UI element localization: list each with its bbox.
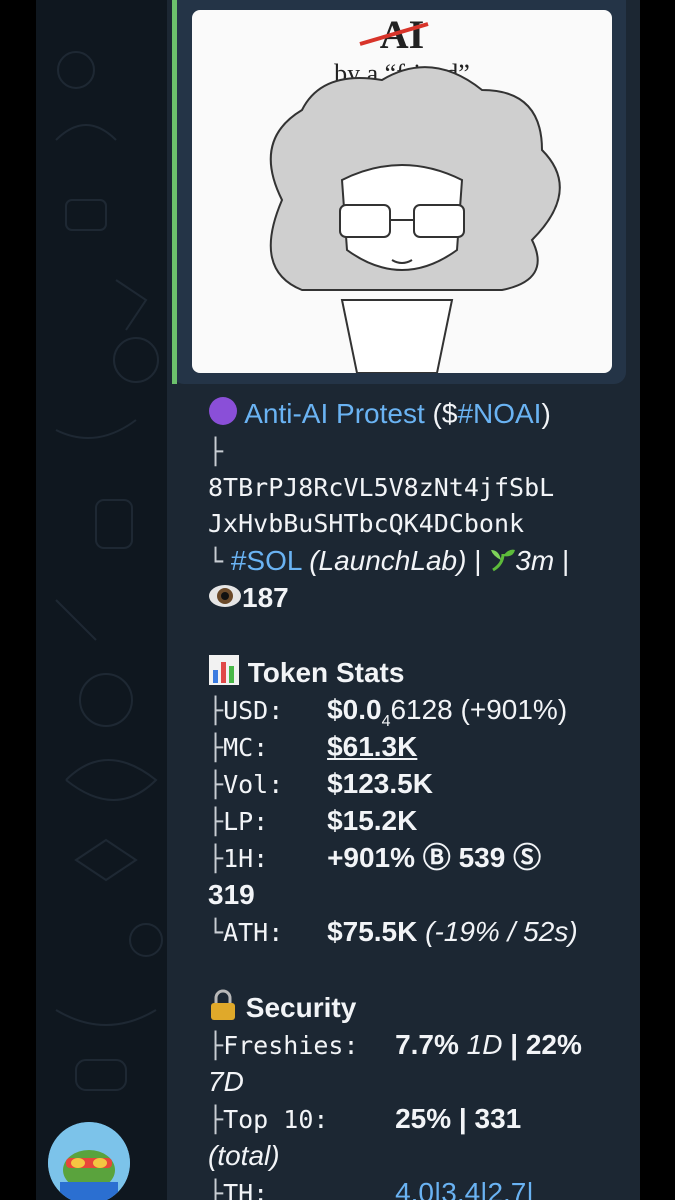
ticker-prefix: ($	[432, 398, 458, 429]
stat-label: LP:	[223, 807, 269, 836]
ath-change: (-19% / 52s)	[425, 916, 578, 947]
top-holders-links[interactable]: 4.0|3.4|2.7|	[395, 1177, 534, 1200]
tree-branch: ├	[208, 696, 224, 725]
separator: |	[474, 545, 482, 576]
stat-label: MC:	[223, 733, 269, 762]
stat-row-vol: ├Vol: $123.5K	[208, 766, 433, 803]
tree-branch: ├	[208, 770, 224, 799]
media-accent-bar	[172, 0, 177, 384]
stat-row-ath: └ATH: $75.5K (-19% / 52s)	[208, 914, 578, 951]
tree-branch: ├	[208, 733, 224, 762]
security-row-top10: ├Top 10: 25% | 331	[208, 1101, 521, 1138]
price-value-rest: 6128 (+901%)	[390, 694, 568, 725]
token-age: 3m	[515, 545, 555, 576]
token-header: Anti-AI Protest ($#NOAI)	[208, 396, 551, 435]
tree-branch: ├	[208, 807, 224, 836]
token-name-link[interactable]: Anti-AI Protest	[244, 398, 425, 429]
ticker-hashtag[interactable]: #NOAI	[457, 398, 541, 429]
platform-label: (LaunchLab)	[309, 545, 467, 576]
frog-avatar-icon	[48, 1122, 130, 1200]
chain-info-row: └ #SOL (LaunchLab) | 3m |	[208, 543, 569, 581]
stat-row-mc: ├MC: $61.3K	[208, 729, 417, 766]
tree-branch: └	[208, 918, 224, 947]
one-hour-value: +901% Ⓑ 539 Ⓢ	[327, 842, 542, 873]
chat-screen: AI by a “friend” Anti-AI Protes	[36, 0, 640, 1200]
lock-icon	[208, 989, 238, 1030]
stat-label: USD:	[223, 696, 284, 725]
security-title: Security	[245, 991, 357, 1023]
comic-image[interactable]: AI by a “friend”	[192, 10, 612, 373]
security-row-freshies: ├Freshies: 7.7% 1D | 22%	[208, 1027, 582, 1064]
bar-chart-icon	[208, 654, 240, 695]
price-zero-count: 4	[381, 713, 391, 730]
security-row-th: ├TH: 4.0|3.4|2.7|	[208, 1175, 534, 1200]
tree-branch-top: ├	[208, 437, 224, 466]
security-label: Top 10:	[223, 1105, 329, 1134]
contract-address-line1[interactable]: 8TBrPJ8RcVL5V8zNt4jfSbL	[208, 470, 554, 506]
stat-label: ATH:	[223, 918, 284, 947]
stat-row-usd: ├USD: $0.046128 (+901%)	[208, 692, 567, 733]
tree-branch: ├	[208, 844, 224, 873]
tree-branch: ├	[208, 1031, 224, 1060]
freshies-1d-label: 1D	[466, 1029, 503, 1060]
purple-circle-icon	[208, 396, 238, 435]
seedling-icon	[489, 545, 516, 581]
market-cap-link[interactable]: $61.3K	[327, 731, 417, 762]
ath-value: $75.5K	[327, 916, 418, 947]
security-label: Freshies:	[223, 1031, 359, 1060]
eye-icon	[208, 582, 242, 618]
stat-row-1h: ├1H: +901% Ⓑ 539 Ⓢ	[208, 840, 541, 877]
stat-label: Vol:	[223, 770, 284, 799]
freshies-7d-label: 7D	[208, 1066, 244, 1097]
freshies-1d-value: 7.7%	[395, 1029, 459, 1060]
separator: |	[561, 545, 570, 576]
top10-value: 25% | 331	[395, 1103, 522, 1134]
stat-label: 1H:	[223, 844, 269, 873]
stat-row-lp: ├LP: $15.2K	[208, 803, 417, 840]
liquidity-value: $15.2K	[327, 805, 418, 836]
one-hour-wrap: 319	[208, 879, 255, 910]
price-value: $0.0	[327, 694, 382, 725]
security-label: TH:	[223, 1179, 269, 1200]
token-stats-header: Token Stats	[208, 654, 404, 695]
comic-illustration: AI by a “friend”	[269, 12, 561, 373]
security-header: Security	[208, 989, 356, 1030]
volume-value: $123.5K	[327, 768, 433, 799]
ticker-suffix: )	[541, 398, 551, 429]
tree-branch: ├	[208, 1179, 224, 1200]
views-row: 187	[208, 580, 289, 618]
tree-branch: ├	[208, 1105, 224, 1134]
token-stats-title: Token Stats	[247, 656, 405, 688]
media-preview[interactable]: AI by a “friend”	[172, 0, 626, 384]
views-count: 187	[242, 582, 289, 613]
chain-hashtag[interactable]: #SOL	[231, 545, 302, 576]
freshies-7d-value: | 22%	[502, 1029, 582, 1060]
sender-avatar[interactable]	[48, 1122, 130, 1200]
top10-total-label: (total)	[208, 1140, 280, 1171]
tree-branch-end: └	[208, 547, 224, 576]
contract-address-line2[interactable]: JxHvbBuSHTbcQK4DCbonk	[208, 506, 524, 542]
